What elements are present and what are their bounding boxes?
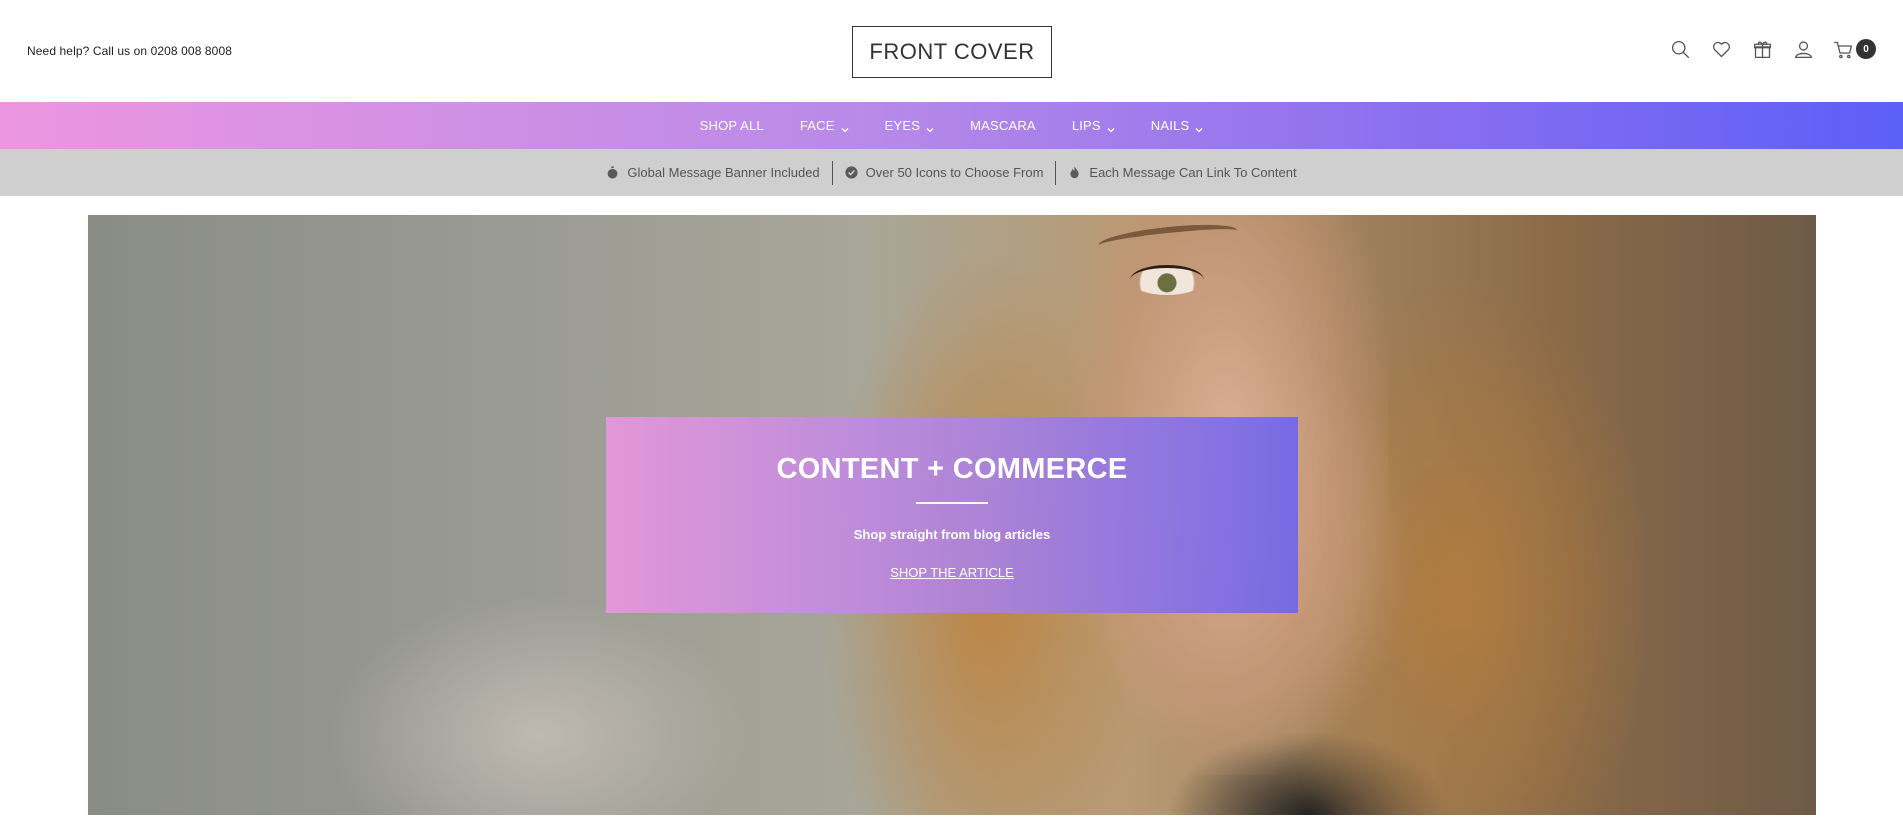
hero-title: CONTENT + COMMERCE (776, 453, 1128, 485)
site-header: Need help? Call us on 0208 008 8008 FRON… (0, 0, 1903, 102)
message-item[interactable]: Over 50 Icons to Choose From (833, 165, 1056, 180)
nav-item-nails[interactable]: NAILS (1151, 118, 1204, 133)
hero-image-detail (1130, 265, 1204, 295)
chevron-down-icon (841, 122, 849, 132)
cart-button[interactable]: 0 (1833, 38, 1876, 60)
global-message-banner: Global Message Banner Included Over 50 I… (0, 149, 1903, 196)
check-circle-icon (845, 166, 858, 179)
stopwatch-icon (608, 166, 618, 179)
nav-item-label: EYES (884, 118, 921, 133)
nav-item-face[interactable]: FACE (800, 118, 849, 133)
message-item[interactable]: Each Message Can Link To Content (1056, 165, 1308, 180)
nav-item-eyes[interactable]: EYES (885, 118, 934, 133)
gift-icon[interactable] (1751, 38, 1773, 60)
hero-subtitle: Shop straight from blog articles (853, 527, 1051, 542)
nav-item-mascara[interactable]: MASCARA (970, 118, 1036, 133)
hero-banner[interactable]: CONTENT + COMMERCE Shop straight from bl… (88, 215, 1816, 815)
message-text: Over 50 Icons to Choose From (865, 165, 1044, 180)
nav-item-shop-all[interactable]: SHOP ALL (700, 118, 764, 133)
cart-count-badge: 0 (1856, 39, 1876, 59)
message-item[interactable]: Global Message Banner Included (594, 165, 831, 180)
message-text: Global Message Banner Included (627, 165, 820, 180)
shop-the-article-link[interactable]: SHOP THE ARTICLE (890, 565, 1014, 580)
message-text: Each Message Can Link To Content (1089, 165, 1297, 180)
nav-item-label: NAILS (1150, 118, 1190, 133)
nav-item-label: SHOP ALL (699, 118, 764, 133)
hero-divider (916, 502, 988, 504)
chevron-down-icon (926, 122, 934, 132)
heart-icon[interactable] (1710, 38, 1732, 60)
nav-item-label: LIPS (1071, 118, 1101, 133)
site-logo[interactable]: FRONT COVER (852, 26, 1052, 78)
nav-item-lips[interactable]: LIPS (1072, 118, 1115, 133)
header-icons: 0 (1669, 38, 1876, 60)
hero-promo-box: CONTENT + COMMERCE Shop straight from bl… (606, 417, 1298, 613)
flame-icon (1070, 166, 1079, 179)
nav-item-label: FACE (799, 118, 835, 133)
chevron-down-icon (1195, 122, 1203, 132)
help-text: Need help? Call us on 0208 008 8008 (27, 44, 232, 58)
search-icon[interactable] (1669, 38, 1691, 60)
chevron-down-icon (1107, 122, 1115, 132)
nav-item-label: MASCARA (970, 118, 1036, 133)
user-icon[interactable] (1792, 38, 1814, 60)
cart-icon (1834, 41, 1853, 58)
main-nav: SHOP ALL FACE EYES MASCARA LIPS NAILS (0, 102, 1903, 149)
